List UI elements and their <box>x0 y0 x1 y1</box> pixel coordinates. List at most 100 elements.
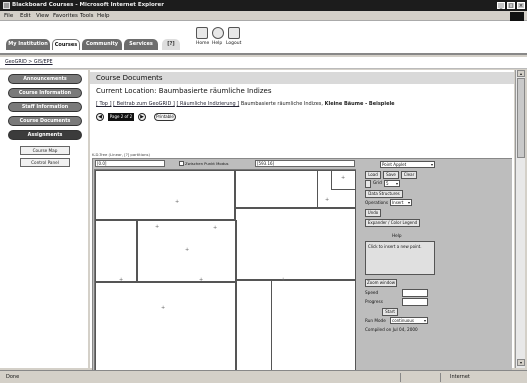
windows-logo-icon <box>510 12 524 21</box>
tab-services[interactable]: Services <box>124 39 158 50</box>
help-text: Click to insert a new point. <box>365 241 435 275</box>
control-panel-button[interactable]: Control Panel <box>20 158 70 167</box>
legend-button[interactable]: Expander / Color Legend <box>365 219 420 227</box>
grid-select[interactable]: 5 <box>384 180 400 187</box>
grid-label: Grid <box>373 180 382 185</box>
applet-type-select[interactable]: Point Applet <box>380 161 435 168</box>
operations-label: Operations <box>365 200 389 205</box>
course-menu: Announcements Course Information Staff I… <box>0 70 88 368</box>
nav-assignments[interactable]: Assignments <box>8 130 82 140</box>
status-separator <box>440 373 441 382</box>
blackboard-header: My Institution Courses Community Service… <box>0 21 527 55</box>
logout-icon[interactable] <box>228 27 240 39</box>
location-value: Baumbasierte räumliche Indizes <box>158 87 272 95</box>
help-title: Help <box>392 233 402 238</box>
point-marker: + <box>341 175 346 181</box>
nav-course-documents[interactable]: Course Documents <box>8 116 82 126</box>
partition-rect <box>235 208 356 280</box>
kd-tree-applet: [0.0] Zwischen Punkt Modus [593.16] + + … <box>92 158 512 379</box>
page-title: Course Documents <box>90 72 514 84</box>
menu-view[interactable]: View <box>36 13 49 19</box>
window-title-bar: Blackboard Courses - Microsoft Internet … <box>0 0 527 11</box>
help-label: Help <box>212 41 223 46</box>
grid-checkbox[interactable] <box>365 180 371 188</box>
applet-control-panel: Point Applet Load Save Clear Grid 5 Data… <box>360 159 512 379</box>
applet-caption: K-D-Tree (Linear, [?] partitions) <box>92 152 150 157</box>
run-mode-select[interactable]: continuous <box>390 317 428 324</box>
zwischen-punkt-checkbox[interactable] <box>179 161 184 166</box>
coord-y-field: [593.16] <box>255 160 355 167</box>
menu-favorites[interactable]: Favorites <box>53 13 78 19</box>
help-icon[interactable] <box>212 27 224 39</box>
partition-rect <box>95 282 237 379</box>
scroll-down-icon[interactable]: ▾ <box>517 359 525 366</box>
zwischen-punkt-label: Zwischen Punkt Modus <box>185 161 229 166</box>
point-marker: + <box>175 199 180 205</box>
prev-page-button[interactable]: ◀ <box>96 113 104 121</box>
course-crumb-link[interactable]: GeoGRID > GIS/EPE <box>5 60 53 65</box>
partition-rect <box>235 280 356 379</box>
maximize-button[interactable]: □ <box>507 2 515 9</box>
close-button[interactable]: × <box>517 2 525 9</box>
speed-slider[interactable] <box>402 289 428 297</box>
course-map-button[interactable]: Course Map <box>20 146 70 155</box>
logout-label: Logout <box>226 41 242 46</box>
zoom-window-button[interactable]: Zoom window <box>365 279 397 287</box>
breadcrumb-indizierung[interactable]: [ Räumliche Indizierung ] <box>176 101 239 107</box>
progress-bar <box>402 298 428 306</box>
compiled-info: Compiled on Jul 04, 2000 <box>365 327 418 332</box>
next-page-button[interactable]: ▶ <box>138 113 146 121</box>
menu-help[interactable]: Help <box>97 13 110 19</box>
tab-courses[interactable]: Courses <box>52 39 80 50</box>
status-text: Done <box>6 374 20 380</box>
tab-extra[interactable]: [?] <box>162 39 180 50</box>
tab-community[interactable]: Community <box>82 39 122 50</box>
progress-label: Progress <box>365 299 383 304</box>
menu-edit[interactable]: Edit <box>20 13 31 19</box>
home-icon[interactable] <box>196 27 208 39</box>
partition-rect <box>95 170 235 220</box>
scroll-up-icon[interactable]: ▴ <box>517 70 525 77</box>
partition-rect <box>95 220 137 282</box>
drawing-canvas[interactable]: + + + + + + + + + + <box>94 169 356 379</box>
save-button[interactable]: Save <box>383 171 399 179</box>
home-label: Home <box>196 41 210 46</box>
minimize-button[interactable]: _ <box>497 2 505 9</box>
data-structures-button[interactable]: Data Structures <box>365 190 403 198</box>
ie-icon <box>3 2 10 9</box>
breadcrumb-current-page: Kleine Bäume - Beispiele <box>324 101 395 107</box>
point-marker: + <box>155 224 160 230</box>
undo-button[interactable]: Undo <box>365 209 381 217</box>
nav-course-information[interactable]: Course Information <box>8 88 82 98</box>
breadcrumb-top[interactable]: [ Top ] <box>96 101 112 107</box>
point-marker: + <box>161 305 166 311</box>
point-marker: + <box>213 225 218 231</box>
menu-tools[interactable]: Tools <box>80 13 94 19</box>
nav-announcements[interactable]: Announcements <box>8 74 82 84</box>
breadcrumb-geogrid[interactable]: [ Beitrab zum GeoGRID ] <box>113 101 175 107</box>
point-marker: + <box>325 197 330 203</box>
scroll-thumb[interactable] <box>517 78 525 158</box>
speed-label: Speed <box>365 290 379 295</box>
nav-staff-information[interactable]: Staff Information <box>8 102 82 112</box>
point-marker: + <box>281 277 286 283</box>
status-bar: Done Internet <box>0 370 527 383</box>
menu-bar: File Edit View Favorites Tools Help <box>0 11 527 21</box>
menu-file[interactable]: File <box>4 13 13 19</box>
breadcrumb: [ Top ] [ Beitrab zum GeoGRID ] [ Räumli… <box>96 101 506 107</box>
printable-button[interactable]: Printable <box>154 113 176 121</box>
partition-line <box>271 280 272 379</box>
status-separator <box>400 373 401 382</box>
tab-my-institution[interactable]: My Institution <box>6 39 50 50</box>
run-mode-label: Run Mode <box>365 318 386 323</box>
point-marker: + <box>199 277 204 283</box>
operations-select[interactable]: Insert <box>390 199 412 206</box>
location-prefix: Current Location: <box>96 87 157 95</box>
content-area: Course Documents Current Location: Baumb… <box>90 70 514 379</box>
breadcrumb-current: Baumbasierte räumliche Indizes, <box>240 101 324 107</box>
clear-button[interactable]: Clear <box>401 171 417 179</box>
vertical-scrollbar[interactable]: ▴ ▾ <box>515 70 525 368</box>
load-button[interactable]: Load <box>365 171 381 179</box>
internet-zone: Internet <box>450 374 470 380</box>
start-button[interactable]: Start <box>382 308 398 316</box>
